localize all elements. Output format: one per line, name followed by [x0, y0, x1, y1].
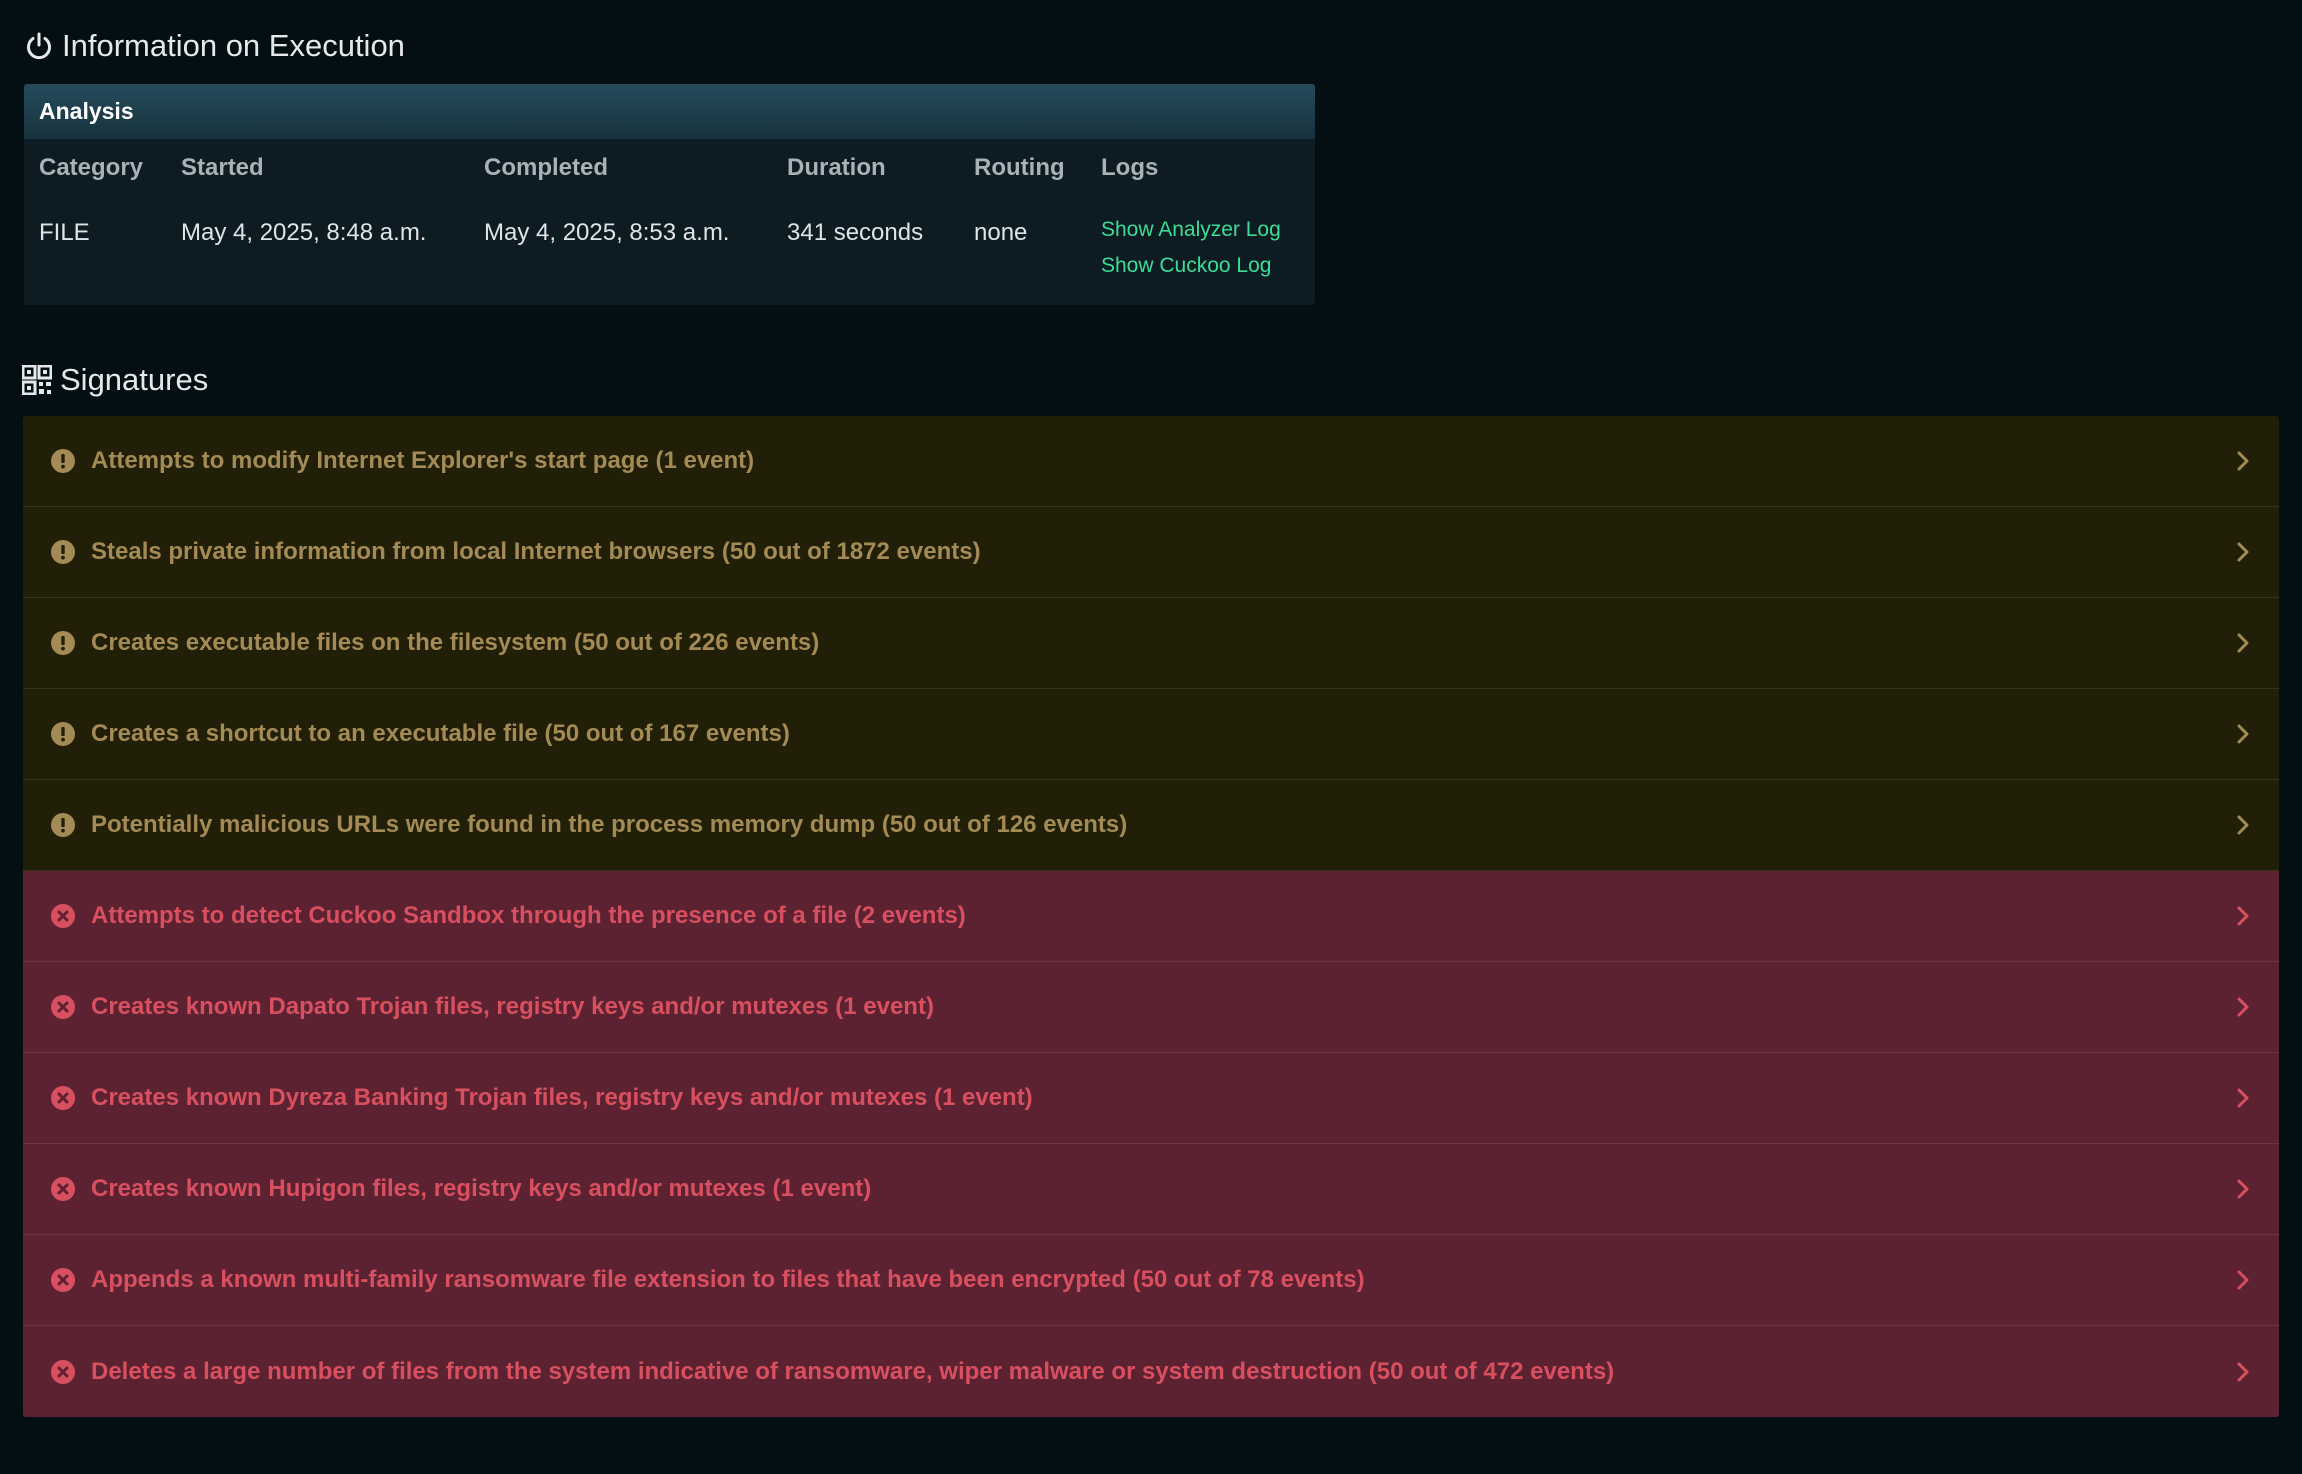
signature-text: Creates known Hupigon files, registry ke… [91, 1175, 872, 1202]
signature-text: Appends a known multi-family ransomware … [91, 1266, 1365, 1293]
exclamation-circle-icon [51, 540, 75, 564]
completed-header: Completed [484, 154, 609, 181]
signature-row[interactable]: Creates known Hupigon files, registry ke… [23, 1144, 2279, 1235]
signature-row[interactable]: Appends a known multi-family ransomware … [23, 1235, 2279, 1326]
power-icon [24, 31, 54, 61]
category-column: Category FILE [39, 154, 143, 247]
category-value: FILE [39, 219, 90, 246]
analysis-panel: Analysis Category FILE Started May 4, 20… [24, 84, 1315, 305]
signature-row[interactable]: Potentially malicious URLs were found in… [23, 780, 2279, 871]
exclamation-circle-icon [51, 813, 75, 837]
logs-links: Show Analyzer Log Show Cuckoo Log [1101, 212, 1281, 284]
exclamation-circle-icon [51, 722, 75, 746]
times-circle-icon [51, 1359, 75, 1384]
signature-text: Creates executable files on the filesyst… [91, 629, 820, 656]
signature-row[interactable]: Deletes a large number of files from the… [23, 1326, 2279, 1417]
chevron-right-icon[interactable] [2235, 631, 2251, 655]
chevron-right-icon[interactable] [2235, 813, 2251, 837]
execution-title-text: Information on Execution [62, 28, 405, 63]
times-circle-icon [51, 995, 75, 1019]
logs-header: Logs [1101, 154, 1159, 181]
chevron-right-icon[interactable] [2235, 995, 2251, 1019]
completed-column: Completed May 4, 2025, 8:53 a.m. [484, 154, 729, 247]
routing-column: Routing none [974, 154, 1065, 247]
started-column: Started May 4, 2025, 8:48 a.m. [181, 154, 426, 247]
signature-text: Potentially malicious URLs were found in… [91, 811, 1128, 838]
started-value: May 4, 2025, 8:48 a.m. [181, 219, 427, 246]
times-circle-icon [51, 1268, 75, 1292]
signature-text: Creates a shortcut to an executable file… [91, 720, 790, 747]
signature-text: Steals private information from local In… [91, 538, 981, 565]
completed-value: May 4, 2025, 8:53 a.m. [484, 219, 730, 246]
chevron-right-icon[interactable] [2235, 449, 2251, 473]
chevron-right-icon[interactable] [2235, 1177, 2251, 1201]
exclamation-circle-icon [51, 449, 75, 473]
signature-row[interactable]: Creates a shortcut to an executable file… [23, 689, 2279, 780]
signature-row[interactable]: Creates known Dapato Trojan files, regis… [23, 962, 2279, 1053]
signatures-title-text: Signatures [60, 362, 209, 397]
duration-header: Duration [787, 154, 886, 181]
duration-column: Duration 341 seconds [787, 154, 923, 247]
chevron-right-icon[interactable] [2235, 540, 2251, 564]
signature-text: Deletes a large number of files from the… [91, 1357, 1615, 1385]
signature-text: Attempts to detect Cuckoo Sandbox throug… [91, 902, 966, 929]
logs-column: Logs Show Analyzer Log Show Cuckoo Log [1101, 154, 1281, 284]
signature-row[interactable]: Steals private information from local In… [23, 507, 2279, 598]
duration-value: 341 seconds [787, 219, 924, 246]
execution-section-title: Information on Execution [24, 24, 405, 68]
analysis-panel-header: Analysis [24, 84, 1315, 139]
show-analyzer-log-link[interactable]: Show Analyzer Log [1101, 212, 1281, 248]
routing-header: Routing [974, 154, 1065, 181]
times-circle-icon [51, 904, 75, 928]
times-circle-icon [51, 1177, 75, 1201]
chevron-right-icon[interactable] [2235, 1086, 2251, 1110]
signature-row[interactable]: Creates known Dyreza Banking Trojan file… [23, 1053, 2279, 1144]
routing-value: none [974, 219, 1028, 246]
signature-text: Attempts to modify Internet Explorer's s… [91, 447, 755, 474]
chevron-right-icon[interactable] [2235, 1268, 2251, 1292]
page: Information on Execution Analysis Catego… [0, 0, 2302, 1474]
chevron-right-icon[interactable] [2235, 1360, 2251, 1384]
signature-text: Creates known Dyreza Banking Trojan file… [91, 1084, 1033, 1111]
signature-row[interactable]: Creates executable files on the filesyst… [23, 598, 2279, 689]
show-cuckoo-log-link[interactable]: Show Cuckoo Log [1101, 248, 1281, 284]
category-header: Category [39, 154, 144, 181]
signatures-list: Attempts to modify Internet Explorer's s… [23, 416, 2279, 1417]
signatures-section-title: Signatures [22, 356, 208, 404]
signature-row[interactable]: Attempts to modify Internet Explorer's s… [23, 416, 2279, 507]
signature-row[interactable]: Attempts to detect Cuckoo Sandbox throug… [23, 871, 2279, 962]
exclamation-circle-icon [51, 631, 75, 655]
chevron-right-icon[interactable] [2235, 722, 2251, 746]
started-header: Started [181, 154, 264, 181]
qrcode-icon [22, 365, 52, 395]
times-circle-icon [51, 1086, 75, 1110]
signature-text: Creates known Dapato Trojan files, regis… [91, 993, 934, 1020]
chevron-right-icon[interactable] [2235, 904, 2251, 928]
